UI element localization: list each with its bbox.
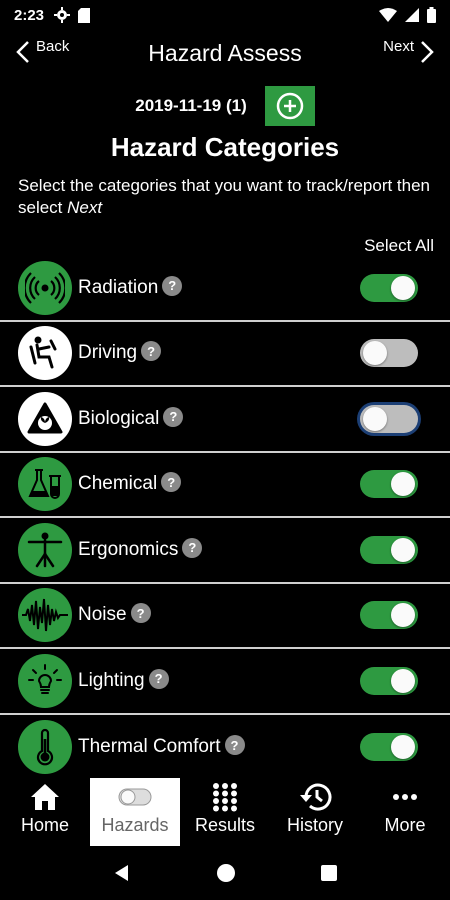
toggle-ergonomics[interactable] xyxy=(360,535,418,564)
battery-icon xyxy=(427,7,436,23)
nav-home[interactable]: Home xyxy=(0,778,90,846)
status-time: 2:23 xyxy=(14,6,45,24)
thermometer-icon xyxy=(18,720,72,775)
toggle-driving[interactable] xyxy=(360,339,418,368)
category-list: Radiation ? Driving ? Biological ? Chemi… xyxy=(0,256,450,780)
nav-hazards[interactable]: Hazards xyxy=(90,778,180,846)
toggle-radiation[interactable] xyxy=(360,273,418,302)
next-button[interactable]: Next xyxy=(383,37,434,64)
radiation-icon xyxy=(18,260,72,315)
category-label: Radiation xyxy=(78,276,159,298)
help-icon[interactable]: ? xyxy=(224,735,245,756)
help-icon[interactable]: ? xyxy=(141,341,162,362)
instructions: Select the categories that you want to t… xyxy=(18,175,438,219)
status-bar: 2:23 xyxy=(0,0,450,30)
settings-gear-icon xyxy=(54,7,71,23)
chemical-icon xyxy=(18,457,72,512)
category-row-noise: Noise ? xyxy=(0,584,450,649)
section-title: Hazard Categories xyxy=(110,132,340,162)
toggle-lighting[interactable] xyxy=(360,666,418,695)
nav-home-label: Home xyxy=(20,815,69,835)
chevron-right-icon xyxy=(421,41,434,63)
assessment-date: 2019-11-19 (1) xyxy=(135,96,247,115)
select-all-button[interactable]: Select All xyxy=(364,236,434,256)
category-row-chemical: Chemical ? xyxy=(0,453,450,518)
nav-hazards-label: Hazards xyxy=(101,815,169,835)
category-label: Thermal Comfort xyxy=(78,736,221,758)
nav-results-label: Results xyxy=(194,815,256,835)
noise-icon xyxy=(18,588,72,643)
help-icon[interactable]: ? xyxy=(148,668,169,689)
next-label: Next xyxy=(383,37,414,55)
cell-signal-icon xyxy=(405,8,419,22)
lighting-icon xyxy=(18,653,72,708)
help-icon[interactable]: ? xyxy=(130,603,151,624)
category-label: Biological xyxy=(78,407,160,429)
category-row-driving: Driving ? xyxy=(0,322,450,387)
sd-card-icon xyxy=(78,7,91,23)
toggle-icon xyxy=(118,781,152,813)
toggle-noise[interactable] xyxy=(360,601,418,630)
category-label: Lighting xyxy=(78,669,145,691)
more-icon xyxy=(392,781,418,813)
nav-results[interactable]: Results xyxy=(180,778,270,846)
category-row-biological: Biological ? xyxy=(0,387,450,453)
nav-more-label: More xyxy=(384,815,426,835)
category-row-thermal-comfort: Thermal Comfort ? xyxy=(0,715,450,781)
history-icon xyxy=(298,781,332,813)
nav-more[interactable]: More xyxy=(360,778,450,846)
assessment-row: 2019-11-19 (1) xyxy=(0,86,450,126)
system-nav-bar xyxy=(0,846,450,900)
category-label: Chemical xyxy=(78,473,158,495)
bottom-nav: Home Hazards Results History More xyxy=(0,778,450,846)
header: Back Hazard Assess Next xyxy=(0,34,450,74)
category-label: Driving xyxy=(78,342,138,364)
toggle-biological[interactable] xyxy=(360,404,418,433)
help-icon[interactable]: ? xyxy=(163,406,184,427)
category-row-ergonomics: Ergonomics ? xyxy=(0,518,450,584)
nav-history[interactable]: History xyxy=(270,778,360,846)
plus-circle-icon xyxy=(276,92,304,120)
help-icon[interactable]: ? xyxy=(161,472,182,493)
nav-history-label: History xyxy=(286,815,343,835)
system-home-icon[interactable] xyxy=(216,863,236,883)
instructions-emphasis: Next xyxy=(67,198,103,217)
system-recents-icon[interactable] xyxy=(320,864,338,882)
toggle-chemical[interactable] xyxy=(360,470,418,499)
biological-icon xyxy=(18,391,72,446)
system-back-icon[interactable] xyxy=(112,863,132,883)
category-label: Ergonomics xyxy=(78,538,179,560)
toggle-thermal-comfort[interactable] xyxy=(360,733,418,762)
grid-icon xyxy=(211,781,239,813)
category-label: Noise xyxy=(78,604,127,626)
help-icon[interactable]: ? xyxy=(162,275,183,296)
category-row-lighting: Lighting ? xyxy=(0,649,450,715)
ergonomics-icon xyxy=(18,522,72,577)
driving-icon xyxy=(18,326,72,381)
wifi-icon xyxy=(379,8,397,22)
category-row-radiation: Radiation ? xyxy=(0,256,450,322)
home-icon xyxy=(29,781,61,813)
add-assessment-button[interactable] xyxy=(264,86,315,126)
help-icon[interactable]: ? xyxy=(182,537,203,558)
